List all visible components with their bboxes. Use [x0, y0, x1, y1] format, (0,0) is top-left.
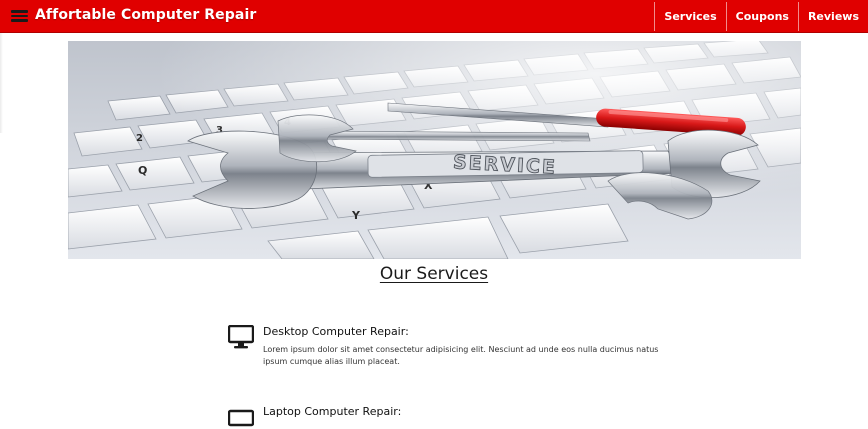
sidebar-edge-shadow — [0, 33, 3, 133]
service-title: Laptop Computer Repair: — [263, 405, 402, 418]
nav-links: Services Coupons Reviews — [654, 2, 868, 33]
hero-illustration: Q X Y 2 3 4 SERVICE — [68, 41, 801, 259]
hamburger-menu-icon[interactable] — [11, 10, 29, 22]
service-description: Lorem ipsum dolor sit amet consectetur a… — [263, 345, 659, 366]
nav-link-services[interactable]: Services — [654, 2, 725, 31]
hero-image: Q X Y 2 3 4 SERVICE — [68, 41, 801, 259]
brand-title[interactable]: Affortable Computer Repair — [35, 7, 256, 23]
nav-link-coupons[interactable]: Coupons — [725, 2, 798, 31]
laptop-icon — [228, 409, 254, 427]
desktop-monitor-icon — [228, 325, 254, 349]
top-navbar: Affortable Computer Repair Services Coup… — [0, 0, 868, 33]
services-section-title: Our Services — [379, 264, 489, 284]
nav-link-reviews[interactable]: Reviews — [797, 2, 868, 31]
service-title: Desktop Computer Repair: — [263, 325, 409, 338]
